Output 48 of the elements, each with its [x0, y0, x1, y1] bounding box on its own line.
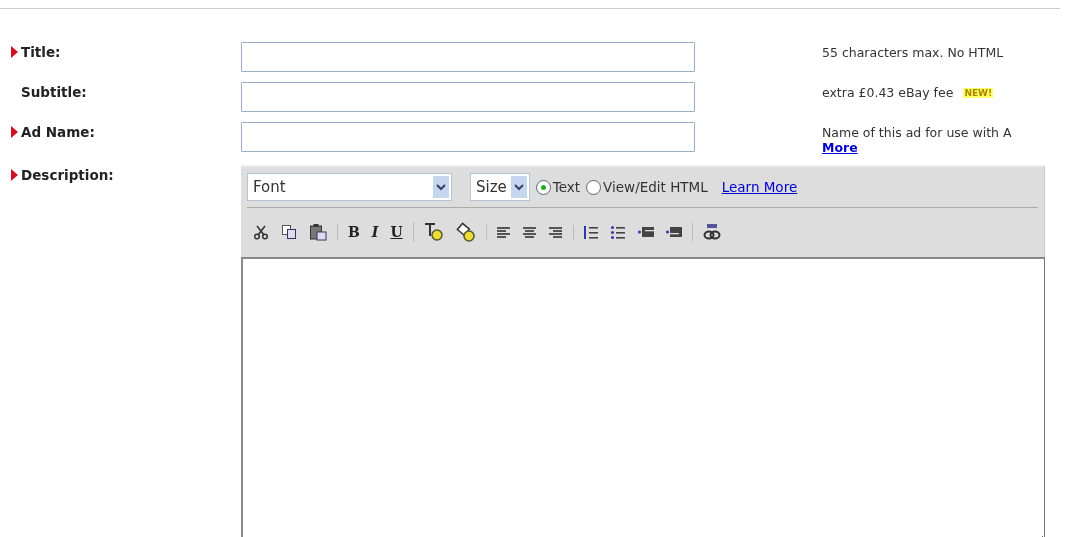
bold-button[interactable]: B	[348, 224, 360, 240]
input-field[interactable]	[241, 42, 695, 72]
indent-icon	[665, 225, 682, 239]
bullet-list-icon	[610, 224, 626, 240]
chain-link-icon	[702, 223, 721, 241]
font-dropdown[interactable]: Font	[247, 173, 452, 201]
align-right-icon	[548, 225, 563, 239]
more-link[interactable]: More	[822, 140, 858, 155]
field-label: Ad Name:	[21, 124, 95, 140]
toolbar-button[interactable]	[522, 225, 537, 239]
numbered-list-icon	[583, 224, 599, 240]
text-color-icon	[423, 222, 444, 242]
scissors-icon	[253, 224, 269, 240]
input-field[interactable]	[241, 122, 695, 152]
toolbar-button[interactable]	[610, 224, 626, 240]
align-left-icon	[496, 225, 511, 239]
toolbar-button[interactable]	[423, 222, 444, 242]
toolbar-button[interactable]	[253, 224, 269, 240]
toolbar-button[interactable]	[637, 225, 654, 239]
learn-more-link[interactable]: Learn More	[721, 179, 798, 195]
toolbar-button[interactable]	[548, 225, 563, 239]
toolbar-button[interactable]	[281, 224, 297, 240]
field-label: Description:	[21, 167, 114, 183]
paint-bucket-icon	[455, 222, 476, 242]
input-field[interactable]	[241, 82, 695, 112]
mode-radio[interactable]: View/Edit HTML	[586, 179, 708, 195]
outdent-icon	[637, 225, 654, 239]
hint-text: Name of this ad for use with A	[822, 125, 1012, 140]
toolbar-button[interactable]	[665, 225, 682, 239]
size-dropdown[interactable]: Size	[470, 173, 530, 201]
toolbar-button[interactable]	[702, 223, 721, 241]
field-label: Subtitle:	[21, 84, 87, 100]
hint-text: extra £0.43 eBay fee	[822, 85, 954, 100]
caret-icon	[436, 183, 446, 191]
toolbar-button[interactable]	[309, 223, 327, 241]
toolbar-button[interactable]	[496, 225, 511, 239]
italic-button[interactable]: I	[371, 224, 379, 240]
field-label: Title:	[21, 44, 61, 60]
hint-text: 55 characters max. No HTML	[822, 45, 1004, 60]
align-center-icon	[522, 225, 537, 239]
toolbar-button[interactable]	[455, 222, 476, 242]
toolbar-button[interactable]	[583, 224, 599, 240]
underline-button[interactable]: U	[390, 224, 403, 240]
mode-radio[interactable]: Text	[535, 179, 581, 195]
caret-icon	[513, 183, 524, 191]
new-badge: NEW!	[963, 87, 994, 98]
copy-icon	[281, 224, 297, 240]
clipboard-icon	[309, 223, 327, 241]
